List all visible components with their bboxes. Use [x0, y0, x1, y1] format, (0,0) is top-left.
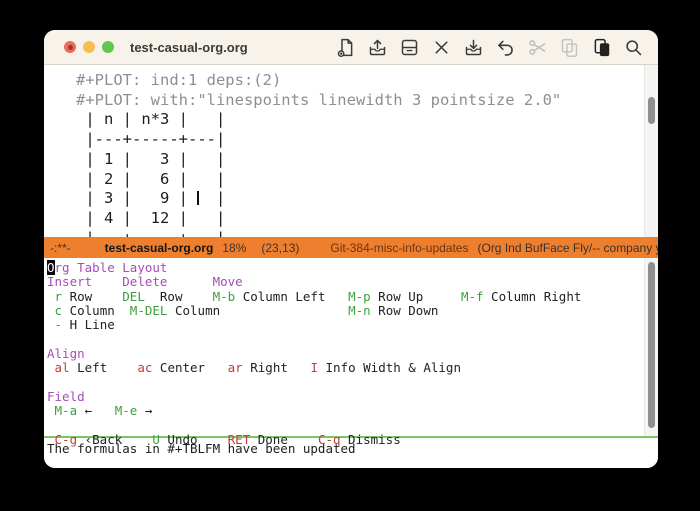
- buffer-scrollbar-thumb[interactable]: [648, 97, 655, 124]
- copy-icon[interactable]: [559, 37, 580, 58]
- transient-menu-window: Org Table Layout Insert Delete Move r Row…: [44, 258, 658, 447]
- cut-icon[interactable]: [527, 37, 548, 58]
- open-file-icon[interactable]: [367, 37, 388, 58]
- org-buffer-text[interactable]: #+PLOT: ind:1 deps:(2) #+PLOT: with:"line…: [44, 65, 658, 237]
- emacs-toolbar: [335, 37, 644, 58]
- search-icon[interactable]: [623, 37, 644, 58]
- new-file-icon[interactable]: [335, 37, 356, 58]
- zoom-window-button[interactable]: [102, 41, 114, 53]
- close-buffer-icon[interactable]: [431, 37, 452, 58]
- save-buffer-icon[interactable]: [399, 37, 420, 58]
- modeline-buffer-name: test-casual-org.org: [104, 240, 214, 255]
- modeline-git-branch: Git-384-misc-info-updates: [330, 240, 469, 255]
- org-buffer-window[interactable]: #+PLOT: ind:1 deps:(2) #+PLOT: with:"line…: [44, 65, 658, 237]
- modeline-minor-modes: (Org Ind BufFace Fly/-- company yas Wrap: [477, 240, 658, 255]
- close-window-button[interactable]: [64, 41, 76, 53]
- title-bar[interactable]: test-casual-org.org: [44, 30, 658, 65]
- write-file-icon[interactable]: [463, 37, 484, 58]
- buffer-scrollbar-track[interactable]: [644, 65, 658, 237]
- paste-icon[interactable]: [591, 37, 612, 58]
- mode-line: -:**- test-casual-org.org 18% (23,13) Gi…: [44, 237, 658, 258]
- transient-scrollbar-track[interactable]: [644, 258, 658, 436]
- modeline-cursor-position: (23,13): [261, 240, 300, 255]
- modeline-coding: -:**-: [50, 240, 71, 255]
- window-title: test-casual-org.org: [130, 39, 248, 55]
- emacs-window: test-casual-org.org #+PLOT: ind:1 deps:(…: [44, 30, 658, 468]
- modeline-scroll-percent: 18%: [222, 240, 247, 255]
- minimize-window-button[interactable]: [83, 41, 95, 53]
- transient-menu-lines: Org Table Layout Insert Delete Move r Row…: [47, 260, 582, 448]
- undo-icon[interactable]: [495, 37, 516, 58]
- transient-scrollbar-thumb[interactable]: [648, 262, 655, 428]
- traffic-lights: [64, 41, 114, 53]
